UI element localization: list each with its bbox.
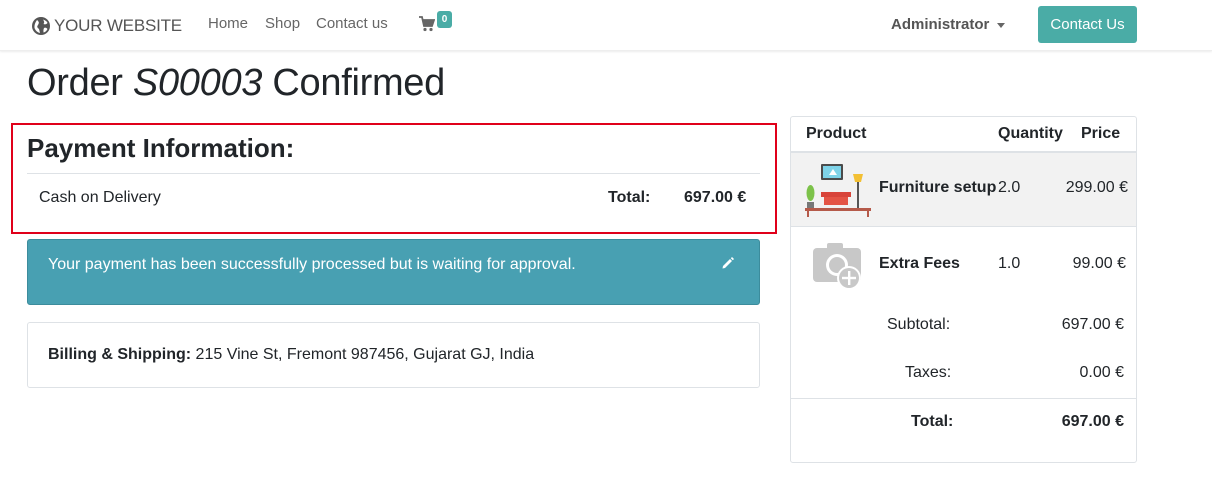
order-summary: Product Quantity Price Furniture setup 2… — [790, 116, 1137, 463]
table-row: Furniture setup 2.0 299.00 € — [791, 153, 1136, 227]
total-value: 697.00 € — [1061, 413, 1124, 430]
table-row: Extra Fees 1.0 99.00 € — [791, 228, 1136, 302]
product-price: 99.00 € — [1072, 255, 1126, 272]
top-navbar: YOUR WEBSITE Home Shop Contact us 0 Admi… — [0, 0, 1212, 51]
cart-icon[interactable] — [419, 16, 435, 32]
product-name: Extra Fees — [879, 255, 960, 272]
payment-total-label: Total: — [608, 189, 651, 206]
furniture-image — [805, 164, 871, 217]
header-price: Price — [1081, 125, 1121, 142]
camera-placeholder-icon — [813, 243, 861, 290]
nav-link-home[interactable]: Home — [208, 15, 248, 32]
cart-count-badge[interactable]: 0 — [437, 11, 452, 28]
payment-heading: Payment Information: — [27, 133, 295, 163]
nav-link-contact[interactable]: Contact us — [316, 15, 388, 32]
alert-message: Your payment has been successfully proce… — [48, 256, 576, 273]
billing-shipping-card: Billing & Shipping: 215 Vine St, Fremont… — [27, 322, 760, 388]
product-price: 299.00 € — [1065, 179, 1128, 196]
user-menu[interactable]: Administrator — [891, 16, 1006, 33]
product-qty: 2.0 — [998, 179, 1021, 196]
header-product: Product — [806, 125, 867, 142]
header-quantity: Quantity — [998, 125, 1063, 142]
edit-pencil-icon[interactable] — [721, 256, 735, 270]
subtotal-value: 697.00 € — [1061, 316, 1124, 333]
product-name: Furniture setup — [879, 179, 997, 196]
order-number: S00003 — [132, 62, 263, 104]
billing-address: 215 Vine St, Fremont 987456, Gujarat GJ,… — [195, 346, 535, 363]
product-qty: 1.0 — [998, 255, 1021, 272]
taxes-value: 0.00 € — [1079, 364, 1124, 381]
page-title: Order S00003 Confirmed — [27, 62, 445, 105]
payment-total-value: 697.00 € — [684, 189, 747, 206]
total-label: Total: — [911, 413, 954, 430]
payment-method: Cash on Delivery — [39, 189, 161, 206]
nav-link-shop[interactable]: Shop — [265, 15, 300, 32]
brand-name: YOUR WEBSITE — [54, 16, 182, 35]
taxes-label: Taxes: — [905, 364, 952, 381]
brand-logo[interactable]: YOUR WEBSITE — [31, 13, 182, 39]
globe-icon — [32, 17, 50, 35]
billing-line: Billing & Shipping: 215 Vine St, Fremont… — [48, 346, 534, 364]
subtotal-label: Subtotal: — [887, 316, 951, 333]
title-suffix: Confirmed — [272, 62, 445, 104]
contact-us-button[interactable]: Contact Us — [1038, 6, 1137, 43]
total-divider — [791, 398, 1136, 399]
billing-label: Billing & Shipping: — [48, 346, 192, 363]
caret-down-icon — [997, 22, 1006, 28]
payment-status-alert: Your payment has been successfully proce… — [27, 239, 760, 305]
title-prefix: Order — [27, 62, 123, 104]
payment-divider — [27, 173, 760, 174]
user-name: Administrator — [891, 16, 990, 33]
